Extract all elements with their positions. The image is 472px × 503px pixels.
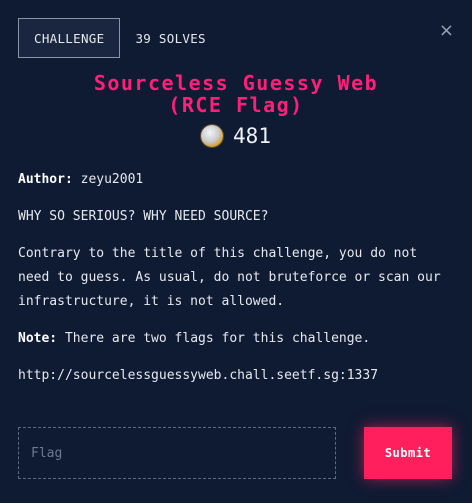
note-line: Note: There are two flags for this chall… — [18, 327, 454, 351]
author-name: zeyu2001 — [80, 172, 144, 187]
tab-solves[interactable]: 39 SOLVES — [120, 18, 220, 58]
challenge-url[interactable]: http://sourcelessguessyweb.chall.seetf.s… — [18, 364, 454, 388]
points-value: 481 — [233, 124, 271, 148]
title-line-1: Sourceless Guessy Web — [93, 71, 379, 95]
flag-input[interactable] — [18, 427, 336, 479]
author-label: Author: — [18, 172, 73, 187]
tagline: WHY SO SERIOUS? WHY NEED SOURCE? — [18, 209, 269, 224]
challenge-title: Sourceless Guessy Web (RCE Flag) — [0, 72, 472, 116]
submit-button[interactable]: Submit — [364, 427, 452, 479]
description-line-3: infrastructure, it is not allowed. — [18, 294, 285, 309]
points-display: 481 — [0, 124, 472, 148]
description-paragraph: Contrary to the title of this challenge,… — [18, 242, 454, 314]
description-line-1: Contrary to the title of this challenge,… — [18, 246, 418, 261]
description-line-2: need to guess. As usual, do not brutefor… — [18, 270, 441, 285]
close-icon[interactable]: × — [439, 22, 454, 40]
modal-tabs: CHALLENGE 39 SOLVES — [18, 18, 221, 58]
challenge-description: Author: zeyu2001 WHY SO SERIOUS? WHY NEE… — [18, 168, 454, 388]
author-line: Author: zeyu2001 — [18, 168, 454, 192]
flag-form: Submit — [18, 427, 452, 479]
note-label: Note: — [18, 331, 58, 346]
coin-icon — [201, 125, 224, 147]
note-text: There are two flags for this challenge. — [64, 331, 371, 346]
tab-challenge[interactable]: CHALLENGE — [18, 18, 121, 58]
title-line-2: (RCE Flag) — [168, 93, 304, 117]
